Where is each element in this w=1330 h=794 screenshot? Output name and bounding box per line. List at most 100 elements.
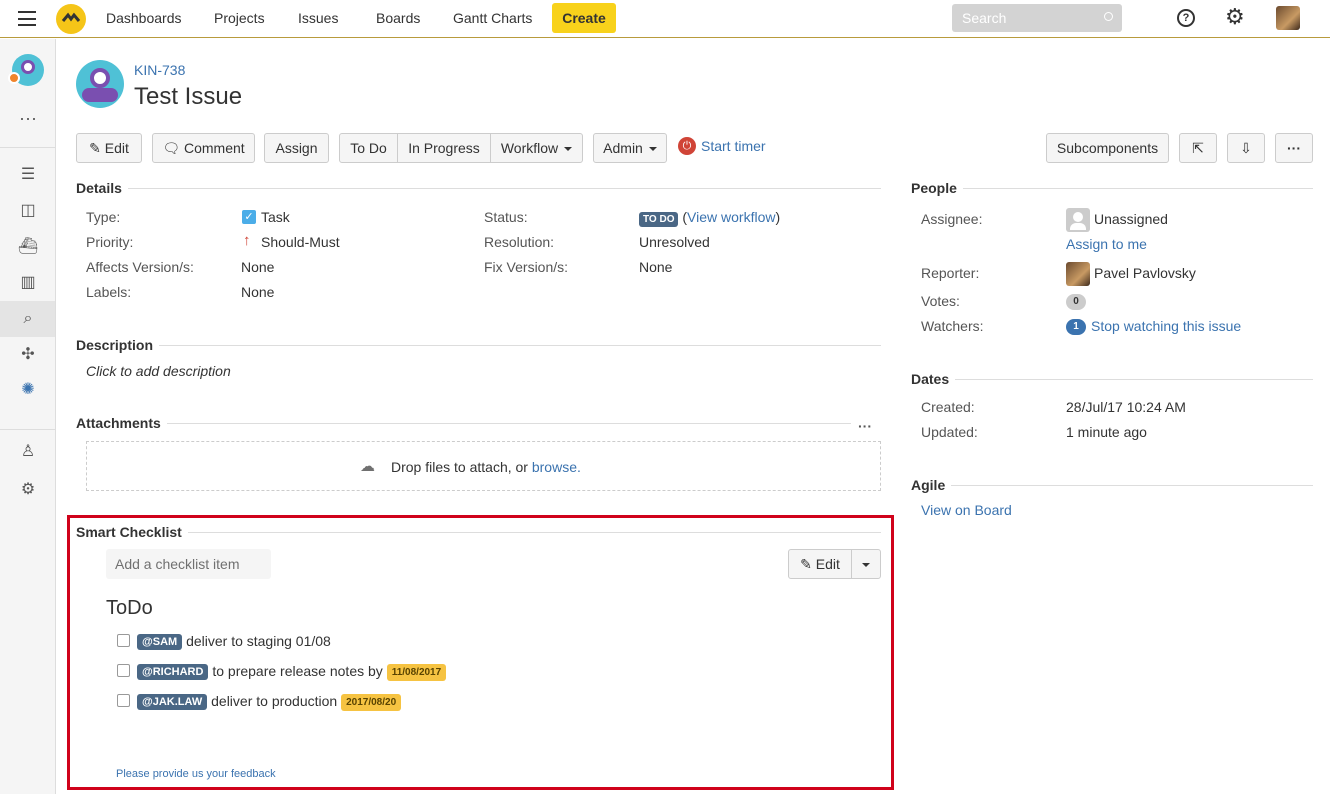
resolution-value: Unresolved [639, 234, 710, 250]
nav-boards[interactable]: Boards [376, 10, 420, 26]
unassigned-avatar-icon [1066, 208, 1090, 232]
priority-label: Priority: [86, 234, 134, 250]
reporter-value[interactable]: Pavel Pavlovsky [1094, 265, 1196, 281]
reporter-avatar [1066, 262, 1090, 286]
resolution-label: Resolution: [484, 234, 555, 250]
description-heading: Description [76, 337, 160, 353]
reports-icon[interactable]: ▥ [17, 272, 39, 294]
comment-button-label: Comment [183, 140, 245, 156]
user-avatar[interactable] [1276, 6, 1300, 30]
search-icon [1104, 12, 1113, 21]
chevron-down-icon [862, 563, 870, 568]
issue-title[interactable]: Test Issue [134, 83, 242, 111]
issue-project-avatar [76, 60, 124, 108]
checklist-item-checkbox[interactable] [117, 664, 130, 677]
search-placeholder: Search [962, 10, 1007, 26]
stop-watching-link[interactable]: Stop watching this issue [1091, 318, 1241, 334]
more-actions-icon[interactable]: ··· [1275, 133, 1313, 163]
upload-cloud-icon: ☁ [360, 458, 375, 475]
checklist-item: @RICHARD to prepare release notes by 11/… [137, 663, 447, 681]
workflow-label: Workflow [500, 140, 559, 156]
reporter-label: Reporter: [921, 265, 980, 281]
create-button[interactable]: Create [552, 3, 616, 33]
app-logo[interactable] [56, 4, 86, 34]
checklist-item-checkbox[interactable] [117, 634, 130, 647]
drop-zone-text: Drop files to attach, or browse. [391, 459, 581, 475]
view-on-board-link[interactable]: View on Board [921, 502, 1012, 518]
created-label: Created: [921, 399, 975, 415]
help-icon[interactable]: ? [1177, 9, 1195, 27]
menu-icon[interactable] [18, 11, 36, 26]
date-tag: 2017/08/20 [341, 694, 402, 711]
board-icon[interactable]: ◫ [17, 200, 39, 222]
affects-version-value[interactable]: None [241, 259, 274, 275]
priority-value: Should-Must [261, 234, 340, 250]
issues-search-icon[interactable]: ⌕ [17, 308, 39, 330]
attachments-more-icon[interactable]: ··· [858, 418, 872, 434]
assign-to-me-link[interactable]: Assign to me [1066, 236, 1147, 252]
share-icon[interactable]: ⇱ [1179, 133, 1217, 163]
addons-puzzle-icon[interactable]: ✣ [17, 344, 39, 366]
network-icon[interactable]: ✺ [17, 379, 39, 401]
power-icon[interactable]: ⏻ [678, 137, 696, 155]
browse-link[interactable]: browse. [532, 459, 581, 475]
nav-projects[interactable]: Projects [214, 10, 265, 26]
updated-label: Updated: [921, 424, 978, 440]
search-input[interactable]: Search [952, 4, 1122, 32]
nav-issues[interactable]: Issues [298, 10, 338, 26]
add-checklist-item-input[interactable]: Add a checklist item [106, 549, 271, 579]
attachment-drop-zone[interactable]: ☁ Drop files to attach, or browse. [86, 441, 881, 491]
edit-button-label: Edit [104, 140, 129, 156]
watchers-count-badge[interactable]: 1 [1066, 319, 1086, 335]
checklist-item: @JAK.LAW deliver to production 2017/08/2… [137, 693, 402, 711]
fix-version-value[interactable]: None [639, 259, 672, 275]
nav-dashboards[interactable]: Dashboards [106, 10, 182, 26]
checklist-item-text: to prepare release notes by [212, 663, 383, 679]
chevron-down-icon [564, 147, 573, 152]
pencil-icon: ✎ [89, 140, 101, 156]
attachments-heading: Attachments [76, 415, 167, 431]
labels-value[interactable]: None [241, 284, 274, 300]
export-icon[interactable]: ⇩ [1227, 133, 1265, 163]
more-icon[interactable]: ··· [17, 107, 39, 129]
created-value: 28/Jul/17 10:24 AM [1066, 399, 1186, 415]
workflow-button-group: To Do In Progress Workflow [339, 133, 583, 163]
admin-dropdown[interactable]: Admin [593, 133, 667, 163]
assign-button[interactable]: Assign [264, 133, 329, 163]
checklist-edit-label: Edit [815, 556, 840, 572]
assignee-value[interactable]: Unassigned [1094, 211, 1168, 227]
workflow-dropdown[interactable]: Workflow [491, 134, 582, 162]
project-avatar[interactable] [8, 54, 44, 86]
agile-heading: Agile [911, 477, 952, 493]
comment-button[interactable]: 🗨 Comment [152, 133, 255, 163]
votes-count-badge[interactable]: 0 [1066, 294, 1086, 310]
mention-tag: @SAM [137, 634, 183, 650]
releases-icon[interactable]: ⛴ [17, 236, 39, 258]
priority-arrow-up-icon: ↑ [243, 232, 251, 249]
todo-button[interactable]: To Do [340, 134, 398, 162]
project-settings-icon[interactable]: ⚙ [17, 479, 39, 501]
comment-icon: 🗨 [162, 140, 181, 156]
feedback-link[interactable]: Please provide us your feedback [116, 768, 276, 780]
start-timer-link[interactable]: Start timer [701, 138, 766, 154]
add-user-icon[interactable]: ♙ [17, 441, 39, 463]
top-navigation-bar: Dashboards Projects Issues Boards Gantt … [0, 0, 1330, 38]
nav-gantt-charts[interactable]: Gantt Charts [453, 10, 532, 26]
view-workflow-link[interactable]: View workflow [687, 209, 775, 225]
mention-tag: @RICHARD [137, 664, 209, 680]
checklist-options-dropdown[interactable] [852, 550, 880, 578]
checklist-edit-button[interactable]: ✎ Edit [789, 550, 852, 578]
affects-version-label: Affects Version/s: [86, 259, 194, 275]
pencil-icon: ✎ [800, 556, 812, 572]
assignee-label: Assignee: [921, 211, 983, 227]
description-placeholder[interactable]: Click to add description [86, 363, 231, 379]
in-progress-button[interactable]: In Progress [398, 134, 491, 162]
issue-key-link[interactable]: KIN-738 [134, 62, 185, 78]
backlog-icon[interactable]: ☰ [17, 164, 39, 186]
updated-value: 1 minute ago [1066, 424, 1147, 440]
settings-gear-icon[interactable]: ⚙ [1225, 5, 1245, 29]
checklist-item-text: deliver to staging 01/08 [186, 633, 331, 649]
checklist-item-checkbox[interactable] [117, 694, 130, 707]
edit-button[interactable]: ✎ Edit [76, 133, 142, 163]
subcomponents-button[interactable]: Subcomponents [1046, 133, 1169, 163]
